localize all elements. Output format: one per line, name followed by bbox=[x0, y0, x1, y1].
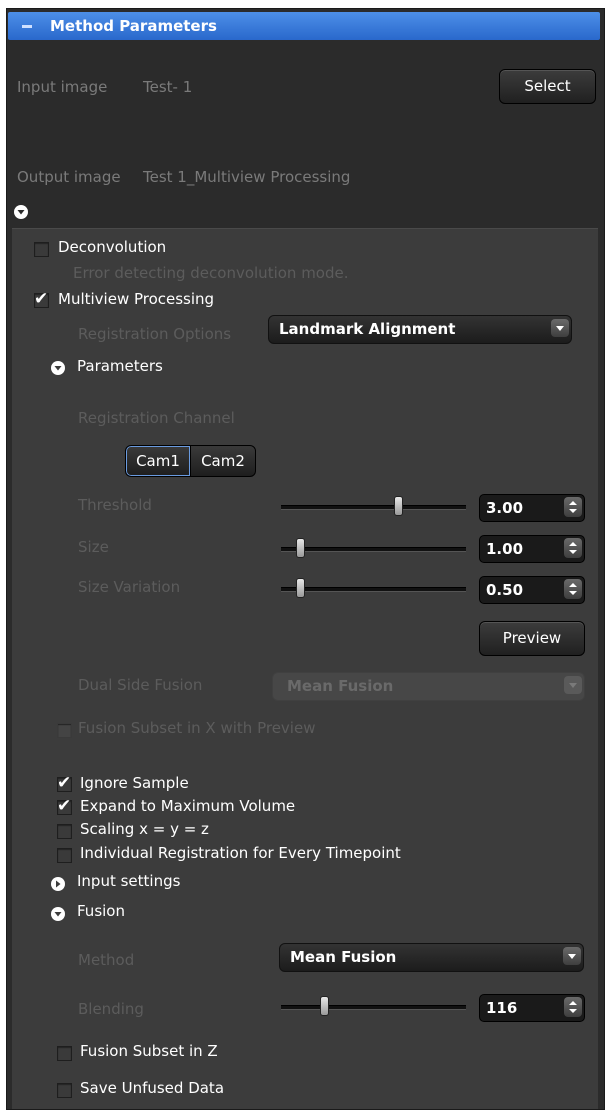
dual-side-fusion-value: Mean Fusion bbox=[287, 677, 394, 695]
multiview-label: Multiview Processing bbox=[58, 290, 215, 308]
registration-options-label: Registration Options bbox=[78, 325, 232, 343]
check-icon: ✔ bbox=[57, 773, 72, 793]
size-value: 1.00 bbox=[486, 540, 524, 558]
select-button[interactable]: Select bbox=[499, 69, 596, 104]
threshold-label: Threshold bbox=[78, 496, 152, 514]
blending-value: 116 bbox=[486, 999, 518, 1017]
deconvolution-label: Deconvolution bbox=[58, 238, 167, 256]
parameters-collapse-icon[interactable] bbox=[51, 361, 65, 375]
collapse-icon[interactable] bbox=[22, 25, 32, 28]
size-variation-value: 0.50 bbox=[486, 581, 524, 599]
individual-registration-label: Individual Registration for Every Timepo… bbox=[80, 844, 401, 862]
scaling-label: Scaling x = y = z bbox=[80, 820, 209, 838]
expand-volume-label: Expand to Maximum Volume bbox=[80, 797, 296, 815]
input-settings-expand-icon[interactable] bbox=[51, 877, 65, 891]
fusion-subset-x-checkbox[interactable] bbox=[57, 723, 72, 738]
fusion-method-label: Method bbox=[78, 951, 135, 969]
registration-options-dropdown[interactable]: Landmark Alignment bbox=[268, 315, 572, 344]
fusion-subset-z-checkbox[interactable] bbox=[57, 1046, 72, 1061]
blending-label: Blending bbox=[78, 1000, 144, 1018]
spin-arrows-icon[interactable] bbox=[564, 579, 582, 599]
deconvolution-error: Error detecting deconvolution mode. bbox=[73, 264, 349, 282]
preview-button[interactable]: Preview bbox=[479, 621, 585, 656]
size-slider-track[interactable] bbox=[281, 547, 466, 552]
input-image-label: Input image bbox=[17, 78, 108, 96]
threshold-value: 3.00 bbox=[486, 499, 524, 517]
threshold-slider-track[interactable] bbox=[281, 505, 466, 510]
scaling-checkbox[interactable] bbox=[57, 824, 72, 839]
output-image-label: Output image bbox=[17, 168, 121, 186]
output-image-value: Test 1_Multiview Processing bbox=[143, 168, 351, 186]
blending-slider-thumb[interactable] bbox=[319, 996, 329, 1016]
spin-arrows-icon[interactable] bbox=[564, 997, 582, 1017]
size-label: Size bbox=[78, 538, 109, 556]
spin-arrows-icon[interactable] bbox=[564, 497, 582, 517]
size-variation-slider-thumb[interactable] bbox=[295, 578, 305, 598]
check-icon: ✔ bbox=[34, 289, 49, 309]
size-variation-spinbox[interactable]: 0.50 bbox=[479, 576, 585, 604]
panel-title: Method Parameters bbox=[50, 17, 217, 35]
blending-slider-track[interactable] bbox=[281, 1005, 466, 1010]
fusion-subset-z-label: Fusion Subset in Z bbox=[80, 1042, 218, 1060]
deconvolution-checkbox[interactable] bbox=[34, 242, 49, 257]
threshold-slider-thumb[interactable] bbox=[393, 496, 403, 516]
size-spinbox[interactable]: 1.00 bbox=[479, 535, 585, 563]
registration-channel-label: Registration Channel bbox=[78, 409, 235, 427]
ignore-sample-label: Ignore Sample bbox=[80, 774, 189, 792]
dropdown-arrow-icon bbox=[551, 319, 569, 337]
dual-side-fusion-dropdown[interactable]: Mean Fusion bbox=[272, 672, 585, 701]
fusion-method-value: Mean Fusion bbox=[290, 948, 397, 966]
save-unfused-checkbox[interactable] bbox=[57, 1083, 72, 1098]
check-icon: ✔ bbox=[57, 796, 72, 816]
save-unfused-label: Save Unfused Data bbox=[80, 1079, 225, 1097]
spin-arrows-icon[interactable] bbox=[564, 538, 582, 558]
expand-collapse-icon[interactable] bbox=[14, 205, 28, 219]
input-settings-header[interactable]: Input settings bbox=[77, 872, 180, 890]
threshold-spinbox[interactable]: 3.00 bbox=[479, 494, 585, 522]
fusion-collapse-icon[interactable] bbox=[51, 907, 65, 921]
parameters-header[interactable]: Parameters bbox=[77, 357, 163, 375]
panel-title-bar[interactable]: Method Parameters bbox=[8, 12, 600, 40]
input-image-value: Test- 1 bbox=[143, 78, 193, 96]
size-variation-label: Size Variation bbox=[78, 578, 181, 596]
registration-options-value: Landmark Alignment bbox=[279, 320, 456, 338]
size-slider-thumb[interactable] bbox=[295, 538, 305, 558]
size-variation-slider-track[interactable] bbox=[281, 587, 466, 592]
fusion-subset-x-label: Fusion Subset in X with Preview bbox=[78, 719, 316, 737]
blending-spinbox[interactable]: 116 bbox=[479, 994, 585, 1022]
fusion-method-dropdown[interactable]: Mean Fusion bbox=[279, 943, 584, 972]
fusion-header[interactable]: Fusion bbox=[77, 902, 125, 920]
dual-side-fusion-label: Dual Side Fusion bbox=[78, 676, 203, 694]
channel-cam2-button[interactable]: Cam2 bbox=[190, 445, 256, 477]
individual-registration-checkbox[interactable] bbox=[57, 848, 72, 863]
dropdown-arrow-icon bbox=[563, 947, 581, 965]
dropdown-arrow-icon bbox=[564, 676, 582, 694]
channel-cam1-button[interactable]: Cam1 bbox=[125, 445, 191, 477]
